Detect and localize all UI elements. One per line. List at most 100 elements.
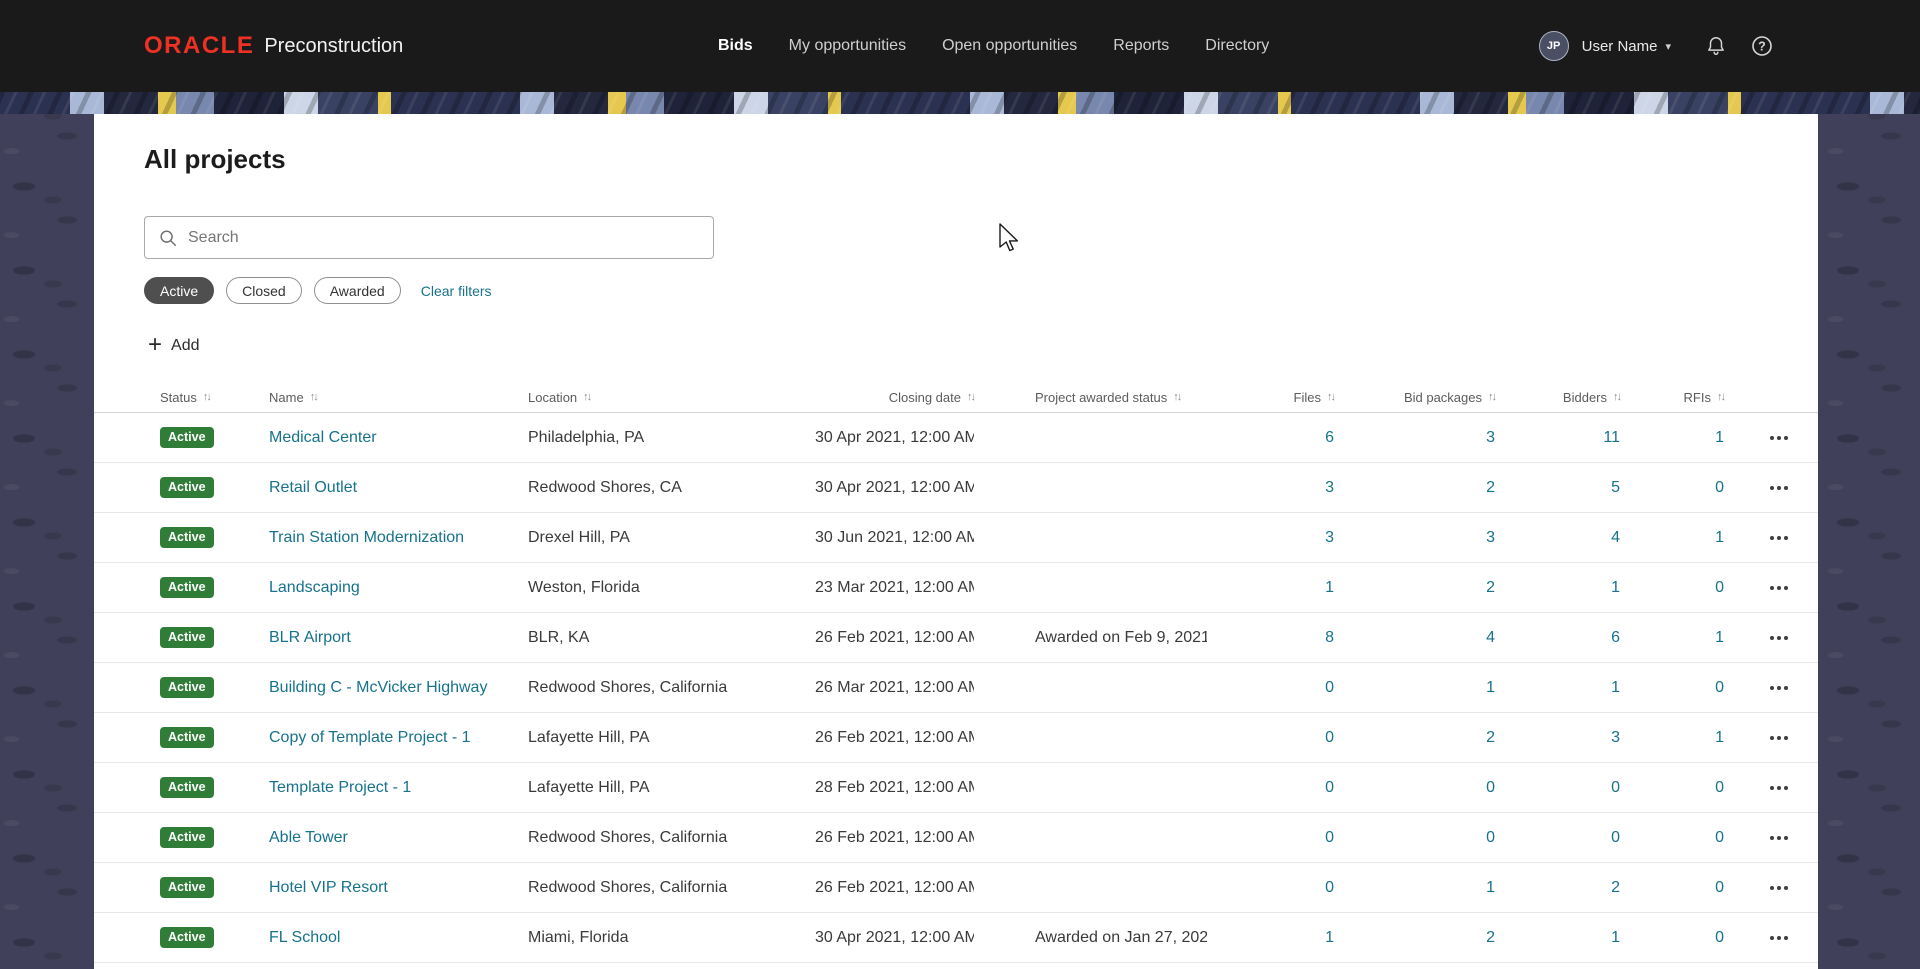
column-header-status[interactable]: Status ↑↓ [160, 390, 269, 405]
files-cell: 0 [1207, 879, 1334, 897]
bid-packages-count-link[interactable]: 3 [1486, 529, 1495, 546]
avatar[interactable]: JP [1538, 31, 1569, 61]
bid-packages-count-link[interactable]: 0 [1486, 829, 1495, 846]
nav-item-bids[interactable]: Bids [718, 37, 753, 55]
rfis-count-link[interactable]: 1 [1715, 429, 1724, 446]
row-actions-ellipsis-button[interactable] [1766, 580, 1792, 596]
column-header-project-awarded-status[interactable]: Project awarded status ↑↓ [974, 390, 1207, 405]
row-actions-ellipsis-button[interactable] [1766, 480, 1792, 496]
project-name-link[interactable]: Template Project - 1 [269, 779, 411, 796]
rfis-count-link[interactable]: 0 [1715, 779, 1724, 796]
project-name-link[interactable]: Train Station Modernization [269, 529, 464, 546]
search-input[interactable] [178, 217, 713, 258]
files-count-link[interactable]: 3 [1325, 529, 1334, 546]
project-name-link[interactable]: Able Tower [269, 829, 348, 846]
rfis-count-link[interactable]: 0 [1715, 929, 1724, 946]
rfis-count-link[interactable]: 0 [1715, 829, 1724, 846]
clear-filters-link[interactable]: Clear filters [421, 283, 492, 299]
add-project-button[interactable]: + Add [148, 331, 199, 361]
column-header-files[interactable]: Files ↑↓ [1207, 390, 1336, 405]
rfis-count-link[interactable]: 0 [1715, 679, 1724, 696]
bidders-count-link[interactable]: 3 [1611, 729, 1620, 746]
bidders-count-link[interactable]: 11 [1603, 429, 1620, 446]
files-count-link[interactable]: 0 [1325, 729, 1334, 746]
filter-chip-closed[interactable]: Closed [226, 277, 302, 304]
files-count-link[interactable]: 0 [1325, 779, 1334, 796]
bid-packages-count-link[interactable]: 1 [1486, 679, 1495, 696]
row-actions-ellipsis-button[interactable] [1766, 680, 1792, 696]
bidders-count-link[interactable]: 1 [1611, 929, 1620, 946]
bid-packages-count-link[interactable]: 4 [1486, 629, 1495, 646]
files-count-link[interactable]: 0 [1325, 829, 1334, 846]
row-actions-ellipsis-button[interactable] [1766, 430, 1792, 446]
project-name-link[interactable]: Building C - McVicker Highway [269, 679, 487, 696]
files-count-link[interactable]: 6 [1325, 429, 1334, 446]
bidders-count-link[interactable]: 5 [1611, 479, 1620, 496]
bidders-cell: 2 [1495, 879, 1620, 897]
project-name-link[interactable]: Hotel VIP Resort [269, 879, 388, 896]
files-count-link[interactable]: 3 [1325, 479, 1334, 496]
nav-item-directory[interactable]: Directory [1205, 37, 1269, 55]
bidders-count-link[interactable]: 0 [1611, 779, 1620, 796]
bid-packages-count-link[interactable]: 3 [1486, 429, 1495, 446]
column-header-location[interactable]: Location ↑↓ [528, 390, 815, 405]
nav-item-my-opportunities[interactable]: My opportunities [789, 37, 906, 55]
location-cell: Redwood Shores, California [528, 828, 728, 846]
nav-item-open-opportunities[interactable]: Open opportunities [942, 37, 1077, 55]
files-count-link[interactable]: 1 [1325, 929, 1334, 946]
bidders-count-link[interactable]: 1 [1611, 679, 1620, 696]
bid-packages-count-link[interactable]: 2 [1486, 579, 1495, 596]
row-actions-ellipsis-button[interactable] [1766, 930, 1792, 946]
column-header-name[interactable]: Name ↑↓ [269, 390, 528, 405]
notifications-bell-icon[interactable] [1705, 35, 1727, 57]
column-header-rfis[interactable]: RFIs ↑↓ [1620, 390, 1726, 405]
files-count-link[interactable]: 0 [1325, 879, 1334, 896]
bid-packages-count-link[interactable]: 2 [1486, 729, 1495, 746]
bid-packages-count-link[interactable]: 0 [1486, 779, 1495, 796]
files-count-link[interactable]: 0 [1325, 679, 1334, 696]
files-count-link[interactable]: 1 [1325, 579, 1334, 596]
help-icon[interactable]: ? [1750, 34, 1774, 58]
project-name-link[interactable]: Retail Outlet [269, 479, 357, 496]
files-count-link[interactable]: 8 [1325, 629, 1334, 646]
column-header-closing-date[interactable]: Closing date ↑↓ [815, 390, 976, 405]
rfis-count-link[interactable]: 1 [1715, 629, 1724, 646]
rfis-cell: 1 [1620, 429, 1724, 447]
bidders-count-link[interactable]: 4 [1611, 529, 1620, 546]
column-header-bidders[interactable]: Bidders ↑↓ [1495, 390, 1622, 405]
actions-cell [1724, 630, 1792, 646]
row-actions-ellipsis-button[interactable] [1766, 630, 1792, 646]
rfis-count-link[interactable]: 0 [1715, 579, 1724, 596]
rfis-count-link[interactable]: 0 [1715, 879, 1724, 896]
bidders-count-link[interactable]: 6 [1611, 629, 1620, 646]
rfis-count-link[interactable]: 1 [1715, 729, 1724, 746]
bidders-count-link[interactable]: 0 [1611, 829, 1620, 846]
project-name-link[interactable]: Landscaping [269, 579, 360, 596]
project-name-link[interactable]: Copy of Template Project - 1 [269, 729, 471, 746]
bid-packages-count-link[interactable]: 2 [1486, 929, 1495, 946]
user-menu[interactable]: User Name [1582, 38, 1658, 55]
row-actions-ellipsis-button[interactable] [1766, 780, 1792, 796]
nav-item-reports[interactable]: Reports [1113, 37, 1169, 55]
status-badge: Active [160, 726, 214, 749]
row-actions-ellipsis-button[interactable] [1766, 880, 1792, 896]
rfis-count-link[interactable]: 1 [1715, 529, 1724, 546]
chevron-down-icon[interactable]: ▾ [1665, 40, 1671, 53]
bid-packages-count-link[interactable]: 1 [1486, 879, 1495, 896]
row-actions-ellipsis-button[interactable] [1766, 730, 1792, 746]
rfis-count-link[interactable]: 0 [1715, 479, 1724, 496]
row-actions-ellipsis-button[interactable] [1766, 530, 1792, 546]
bidders-count-link[interactable]: 1 [1611, 579, 1620, 596]
project-name-link[interactable]: BLR Airport [269, 629, 351, 646]
filter-chip-active[interactable]: Active [144, 277, 215, 304]
column-header-bid-packages[interactable]: Bid packages ↑↓ [1334, 390, 1497, 405]
filter-chip-awarded[interactable]: Awarded [313, 277, 401, 304]
closing-date-cell: 26 Feb 2021, 12:00 AM [815, 878, 974, 896]
project-name-link[interactable]: FL School [269, 929, 340, 946]
row-actions-ellipsis-button[interactable] [1766, 830, 1792, 846]
bidders-count-link[interactable]: 2 [1611, 879, 1620, 896]
name-cell: Hotel VIP Resort [269, 879, 528, 897]
actions-cell [1724, 880, 1792, 896]
project-name-link[interactable]: Medical Center [269, 429, 377, 446]
bid-packages-count-link[interactable]: 2 [1486, 479, 1495, 496]
